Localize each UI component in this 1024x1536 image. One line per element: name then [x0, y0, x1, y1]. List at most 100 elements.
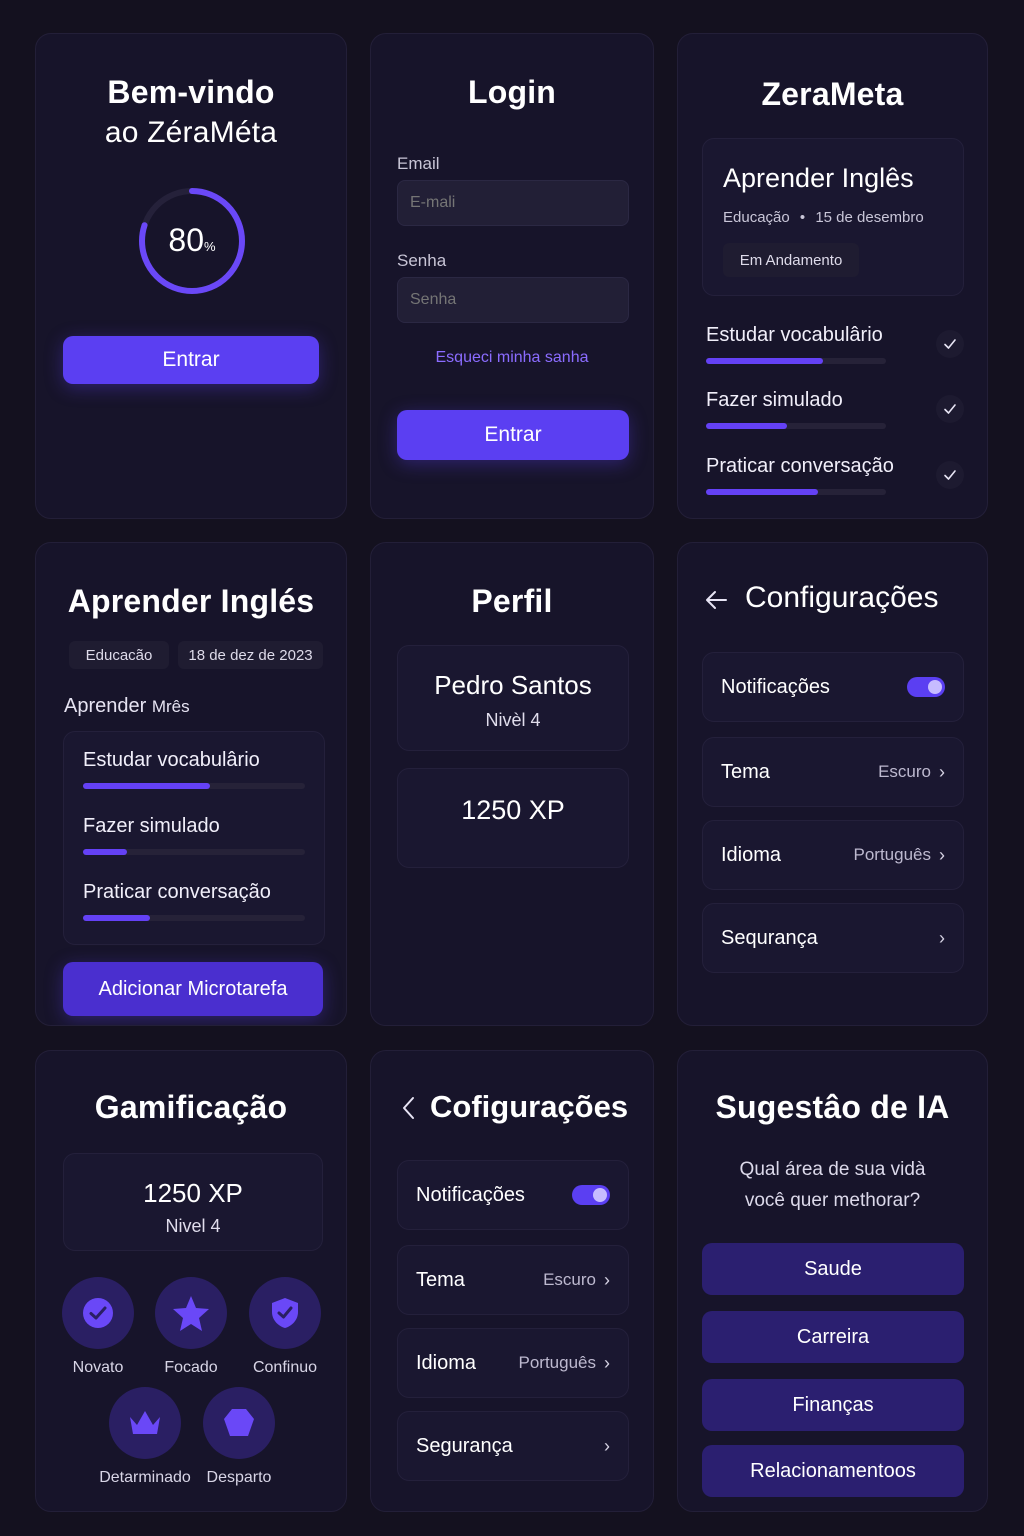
- settings-row-value: Escuro: [878, 762, 931, 781]
- progress-unit: %: [204, 239, 216, 254]
- login-button[interactable]: Entrar: [397, 410, 629, 460]
- meta-separator: •: [799, 209, 806, 226]
- task-progress-track: [706, 423, 886, 429]
- settings-card: Configurações Notificações Tema Escuro › Idi…: [677, 542, 988, 1026]
- check-icon[interactable]: [936, 461, 964, 489]
- chevron-right-icon: ›: [604, 1269, 610, 1290]
- settings-row-label: Idioma: [721, 843, 782, 866]
- notifications-toggle[interactable]: [572, 1185, 610, 1205]
- password-field[interactable]: [397, 277, 629, 323]
- task-progress-fill: [83, 849, 128, 855]
- task-progress-fill: [706, 358, 823, 364]
- password-label: Senha: [397, 251, 447, 270]
- task-label: Praticar conversação: [83, 881, 271, 903]
- profile-card: Perfil Pedro Santos Nivèl 4 1250 XP: [370, 542, 654, 1026]
- ai-option-button[interactable]: Carreira: [702, 1311, 964, 1363]
- goal-title: Aprender Inglês: [723, 163, 914, 193]
- crown-icon: [126, 1407, 164, 1439]
- task-progress-fill: [706, 489, 818, 495]
- profile-title: Perfil: [471, 583, 553, 619]
- email-field[interactable]: [397, 180, 629, 226]
- xp-summary-panel: 1250 XP Nivel 4: [63, 1153, 323, 1251]
- task-progress-fill: [83, 915, 150, 921]
- goal-category: Educação: [723, 209, 790, 226]
- settings-row[interactable]: Notificações: [702, 652, 964, 722]
- goal-subtitle-suffix: Mrês: [151, 697, 190, 716]
- task-progress-fill: [83, 783, 210, 789]
- progress-value: 80: [168, 222, 205, 258]
- forgot-password-link[interactable]: Esqueci minha sanha: [371, 349, 653, 367]
- settings-row[interactable]: Tema Escuro ›: [397, 1245, 629, 1315]
- badge-novato[interactable]: [62, 1277, 134, 1349]
- ai-option-button[interactable]: Saude: [702, 1243, 964, 1295]
- settings-row[interactable]: Sequrança ›: [702, 903, 964, 973]
- badge-confinuo[interactable]: [249, 1277, 321, 1349]
- shield-icon: [221, 1405, 257, 1441]
- welcome-title-line1: Bem-vindo: [107, 74, 275, 110]
- ai-question-line1: Qual área de sua vidà: [739, 1159, 926, 1180]
- gamification-title: Gamificação: [94, 1089, 288, 1125]
- gamification-xp: 1250 XP: [143, 1178, 243, 1208]
- chevron-right-icon: ›: [939, 761, 945, 782]
- goal-summary-panel[interactable]: Aprender Inglês Educação • 15 de desembr…: [702, 138, 964, 296]
- settings-row-value: Português: [853, 845, 932, 864]
- chevron-right-icon: ›: [939, 844, 945, 865]
- add-microtask-button[interactable]: Adicionar Microtarefa: [63, 962, 323, 1016]
- login-card: Login Email Senha Esqueci minha sanha En…: [370, 33, 654, 519]
- task-progress-track: [706, 358, 886, 364]
- settings-row[interactable]: Segurança ›: [397, 1411, 629, 1481]
- task-progress-track: [83, 915, 305, 921]
- toggle-knob: [593, 1188, 607, 1202]
- star-icon: [171, 1293, 211, 1333]
- check-icon[interactable]: [936, 330, 964, 358]
- app-title: ZeraMeta: [761, 76, 904, 112]
- ai-question-line2: você quer methorar?: [744, 1190, 921, 1211]
- goal-date: 15 de desembro: [815, 209, 924, 226]
- user-name: Pedro Santos: [434, 670, 592, 700]
- ai-option-button[interactable]: Relacionamentoos: [702, 1445, 964, 1497]
- task-progress-fill: [706, 423, 787, 429]
- settings-row-label: Segurança: [416, 1434, 513, 1457]
- gamification-card: Gamificação 1250 XP Nivel 4 Novato Focado…: [35, 1050, 347, 1512]
- arrow-left-icon[interactable]: [704, 587, 730, 613]
- settings-card-alt: Cofigurações Notificações Tema Escuro › Idio…: [370, 1050, 654, 1512]
- settings-row-label: Sequrança: [721, 926, 818, 949]
- settings-row-value: Português: [518, 1353, 597, 1372]
- settings-row[interactable]: Notificações: [397, 1160, 629, 1230]
- category-chip: Educacão: [69, 641, 169, 669]
- check-circle-icon: [80, 1295, 116, 1331]
- check-icon[interactable]: [936, 395, 964, 423]
- settings-row[interactable]: Idioma Português ›: [702, 820, 964, 890]
- task-progress-track: [83, 783, 305, 789]
- settings-title: Configurações: [745, 581, 939, 614]
- chevron-right-icon: ›: [604, 1435, 610, 1456]
- badge-label: Desparto: [206, 1469, 272, 1486]
- task-progress-track: [706, 489, 886, 495]
- badge-detarminado[interactable]: [109, 1387, 181, 1459]
- badge-desparto[interactable]: [203, 1387, 275, 1459]
- settings-row[interactable]: Idioma Português ›: [397, 1328, 629, 1398]
- enter-button[interactable]: Entrar: [63, 336, 319, 384]
- goal-detail-title: Aprender Inglés: [67, 583, 315, 619]
- login-title: Login: [467, 74, 557, 110]
- badge-focado[interactable]: [155, 1277, 227, 1349]
- settings-row-label: Tema: [721, 760, 770, 783]
- settings-row[interactable]: Tema Escuro ›: [702, 737, 964, 807]
- task-label: Fazer simulado: [83, 815, 220, 837]
- gamification-level: Nivel 4: [165, 1216, 221, 1236]
- goal-detail-card: Aprender Inglés Educacão 18 de dez de 20…: [35, 542, 347, 1026]
- settings-row-value: Escuro: [543, 1270, 596, 1289]
- notifications-toggle[interactable]: [907, 677, 945, 697]
- profile-info-panel: Pedro Santos Nivèl 4: [397, 645, 629, 751]
- chevron-right-icon: ›: [604, 1352, 610, 1373]
- goal-overview-card: ZeraMeta Aprender Inglês Educação • 15 d…: [677, 33, 988, 519]
- ai-option-button[interactable]: Finanças: [702, 1379, 964, 1431]
- welcome-title-line2: ao ZéraMéta: [104, 116, 278, 149]
- welcome-card: Bem-vindo ao ZéraMéta 80% Entrar: [35, 33, 347, 519]
- badge-label: Confinuo: [252, 1359, 318, 1376]
- date-chip: 18 de dez de 2023: [178, 641, 323, 669]
- task-label: Praticar conversação: [706, 455, 894, 477]
- ai-suggestion-card: Sugestâo de IA Qual área de sua vidà voc…: [677, 1050, 988, 1512]
- chevron-left-icon[interactable]: [399, 1095, 419, 1121]
- chevron-right-icon: ›: [939, 927, 945, 948]
